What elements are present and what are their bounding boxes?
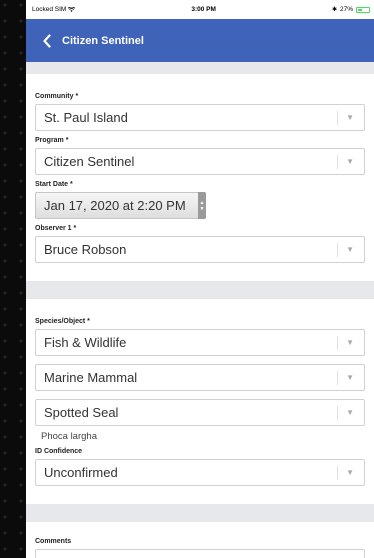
chevron-down-icon: ▼ — [337, 335, 354, 350]
program-select[interactable]: Citizen Sentinel ▼ — [35, 148, 365, 175]
program-value: Citizen Sentinel — [44, 154, 135, 169]
chevron-down-icon: ▼ — [337, 110, 354, 125]
section-gap — [26, 281, 374, 299]
comments-textarea[interactable] — [35, 549, 365, 558]
comments-card: Comments — [26, 522, 374, 558]
chevron-down-icon: ▼ — [337, 242, 354, 257]
observer-select[interactable]: Bruce Robson ▼ — [35, 236, 365, 263]
observation-details-card: Community * St. Paul Island ▼ Program * … — [26, 74, 374, 281]
species-label: Species/Object * — [35, 318, 90, 325]
chevron-down-icon: ▼ — [337, 405, 354, 420]
carrier-text: Locked SIM — [32, 6, 67, 13]
status-time: 3:00 PM — [191, 6, 216, 13]
species-card: Species/Object * Fish & Wildlife ▼ Marin… — [26, 299, 374, 504]
chevron-down-icon: ▼ — [337, 154, 354, 169]
species-select[interactable]: Spotted Seal ▼ — [35, 399, 365, 426]
nav-bar: Citizen Sentinel — [26, 19, 374, 62]
status-left: Locked SIM — [32, 6, 76, 13]
section-gap — [26, 504, 374, 522]
id-confidence-value: Unconfirmed — [44, 465, 118, 480]
nav-title: Citizen Sentinel — [62, 34, 144, 47]
stepper-arrows: ▲▼ — [199, 199, 205, 212]
species-category-select[interactable]: Fish & Wildlife ▼ — [35, 329, 365, 356]
id-confidence-select[interactable]: Unconfirmed ▼ — [35, 459, 365, 486]
status-bar: Locked SIM 3:00 PM ✱ 27% — [26, 0, 374, 19]
section-gap — [26, 62, 374, 74]
observer-label: Observer 1 * — [35, 225, 77, 232]
chevron-down-icon: ▼ — [337, 465, 354, 480]
community-label: Community * — [35, 93, 79, 100]
species-group-value: Marine Mammal — [44, 370, 138, 385]
program-label: Program * — [35, 137, 69, 144]
species-value: Spotted Seal — [44, 405, 119, 420]
wifi-icon — [68, 7, 76, 12]
chevron-down-icon: ▼ — [337, 370, 354, 385]
observer-value: Bruce Robson — [44, 242, 127, 257]
id-confidence-label: ID Confidence — [35, 448, 83, 455]
status-right: ✱ 27% — [332, 6, 370, 13]
start-date-picker[interactable]: Jan 17, 2020 at 2:20 PM ▲▼ — [35, 192, 206, 219]
scientific-name: Phoca largha — [41, 431, 97, 442]
battery-percent: 27% — [339, 6, 353, 13]
battery-icon — [355, 6, 370, 13]
bluetooth-icon: ✱ — [331, 7, 337, 13]
community-value: St. Paul Island — [44, 110, 128, 125]
date-stepper-icon[interactable]: ▲▼ — [198, 192, 206, 219]
app-screen: Locked SIM 3:00 PM ✱ 27% Citizen Sentine… — [26, 0, 374, 558]
community-select[interactable]: St. Paul Island ▼ — [35, 104, 365, 131]
species-category-value: Fish & Wildlife — [44, 335, 127, 350]
start-date-value: Jan 17, 2020 at 2:20 PM — [44, 198, 186, 213]
start-date-label: Start Date * — [35, 181, 73, 188]
species-group-select[interactable]: Marine Mammal ▼ — [35, 364, 365, 391]
back-chevron-icon[interactable] — [42, 33, 52, 48]
comments-label: Comments — [35, 538, 72, 545]
